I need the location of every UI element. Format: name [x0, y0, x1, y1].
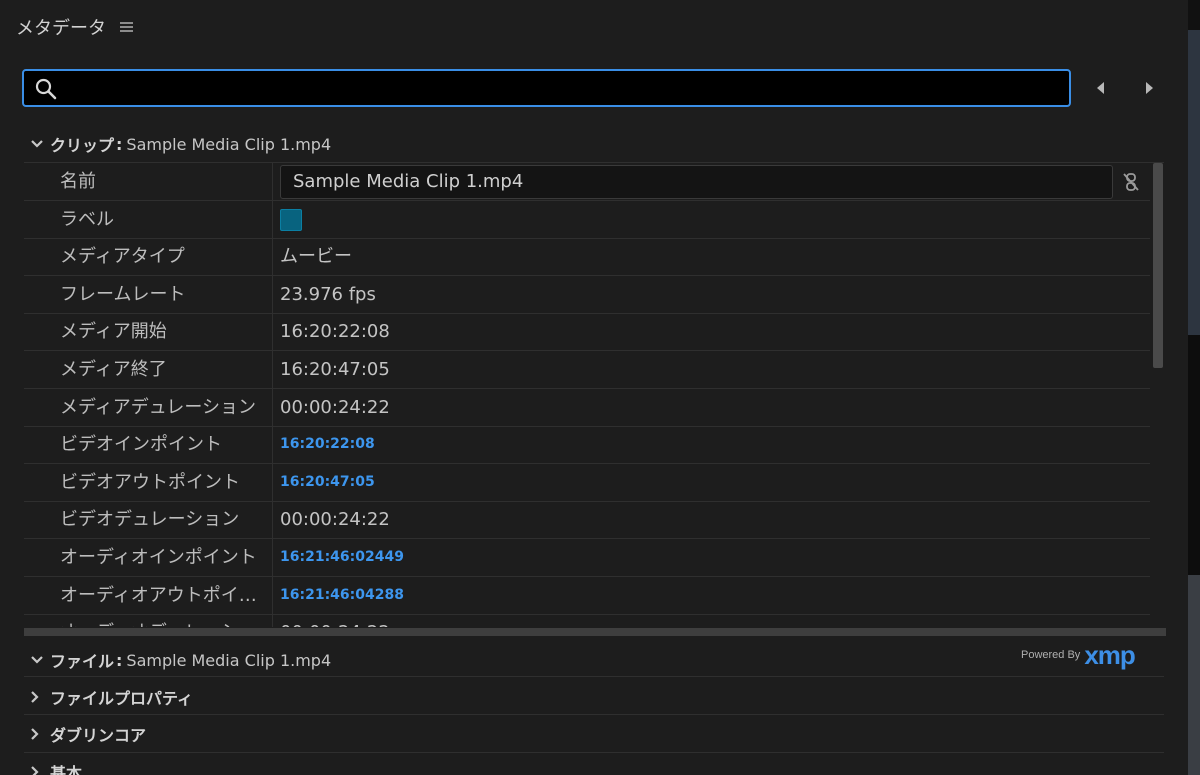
subsection-file-properties[interactable]: ファイルプロパティ [24, 682, 193, 712]
timecode-link[interactable]: 16:20:22:08 [280, 426, 375, 463]
row-value: 00:00:24:22 [280, 397, 390, 418]
table-row: ビデオインポイント 16:20:22:08 [24, 426, 1150, 464]
file-section-header[interactable]: ファイル : Sample Media Clip 1.mp4 [24, 645, 331, 675]
chevron-down-icon[interactable] [24, 134, 50, 154]
row-key: ビデオインポイント [60, 434, 222, 455]
clip-section-label: クリップ [50, 136, 115, 155]
subsection-label: ファイルプロパティ [50, 689, 194, 708]
row-key: オーディオアウトポイ… [60, 585, 257, 606]
search-input[interactable] [68, 71, 1058, 105]
file-section-label: ファイル [50, 652, 115, 671]
row-value: 00:00:24:22 [280, 509, 390, 530]
row-key: メディアデュレーション [60, 397, 257, 418]
row-value: 16:20:47:05 [280, 359, 390, 380]
row-value: ムービー [280, 246, 352, 267]
clip-section-value: Sample Media Clip 1.mp4 [126, 134, 332, 154]
row-key: ビデオアウトポイント [60, 472, 240, 493]
subsection-label: ダブリンコア [50, 726, 147, 745]
table-row: メディア終了 16:20:47:05 [24, 351, 1150, 389]
row-key: フレームレート [60, 284, 186, 305]
timecode-link[interactable]: 16:20:47:05 [280, 464, 375, 501]
chevron-down-icon[interactable] [24, 650, 50, 670]
row-key: 名前 [60, 171, 96, 192]
row-key: メディア終了 [60, 359, 167, 380]
timecode-link[interactable]: 16:21:46:02449 [280, 539, 404, 576]
clip-section-header[interactable]: クリップ : Sample Media Clip 1.mp4 [24, 129, 331, 159]
table-row: オーディオデュレーシ 00:00:24:22 [24, 614, 1150, 627]
subsection-dublin-core[interactable]: ダブリンコア [24, 719, 146, 749]
subsection-basic[interactable]: 基本 [24, 757, 82, 775]
table-row: ビデオアウトポイント 16:20:47:05 [24, 464, 1150, 502]
divider [24, 676, 1164, 677]
clip-metadata-table: 名前 Sample Media Clip 1.mp4 ラベル メディアタイプ ム… [24, 163, 1164, 627]
powered-by-text: Powered By [1021, 649, 1081, 661]
row-value: 16:20:22:08 [280, 321, 390, 342]
chevron-right-icon[interactable] [24, 724, 50, 744]
file-section-value: Sample Media Clip 1.mp4 [126, 650, 332, 670]
table-row: メディアタイプ ムービー [24, 238, 1150, 276]
file-section-colon: : [116, 650, 123, 670]
xmp-logo: Powered By xmp [1021, 640, 1136, 670]
adjacent-panel-edge [1188, 0, 1200, 775]
triangle-right-icon[interactable] [1140, 78, 1158, 98]
metadata-panel: メタデータ クリップ : Sample Media Clip 1.mp4 名前 … [0, 0, 1200, 775]
divider [24, 752, 1164, 753]
table-row: ラベル [24, 201, 1150, 239]
search-box[interactable] [22, 69, 1071, 107]
row-value: 23.976 fps [280, 284, 376, 305]
xmp-logo-text: xmp [1084, 640, 1135, 670]
panel-title[interactable]: メタデータ [16, 14, 106, 40]
search-icon [35, 78, 57, 100]
unlink-icon[interactable] [1120, 171, 1142, 193]
triangle-left-icon[interactable] [1092, 78, 1110, 98]
scrollbar-thumb[interactable] [1153, 163, 1163, 368]
divider [24, 714, 1164, 715]
table-row: 名前 Sample Media Clip 1.mp4 [24, 163, 1150, 201]
horizontal-scrollbar[interactable] [24, 628, 1166, 636]
table-row: フレームレート 23.976 fps [24, 276, 1150, 314]
row-key: メディア開始 [60, 321, 167, 342]
subsection-label: 基本 [50, 764, 83, 775]
row-key: オーディオインポイント [60, 547, 257, 568]
row-key: メディアタイプ [60, 246, 185, 267]
row-value: 00:00:24:22 [280, 614, 390, 627]
clip-section-colon: : [116, 134, 123, 154]
chevron-right-icon[interactable] [24, 687, 50, 707]
table-row: メディア開始 16:20:22:08 [24, 313, 1150, 351]
table-row: ビデオデュレーション 00:00:24:22 [24, 501, 1150, 539]
row-key: ラベル [60, 209, 114, 230]
table-row: オーディオインポイント 16:21:46:02449 [24, 539, 1150, 577]
row-key: オーディオデュレーシ [60, 614, 270, 627]
table-row: オーディオアウトポイ… 16:21:46:04288 [24, 577, 1150, 615]
hamburger-menu-icon[interactable] [120, 21, 134, 33]
table-row: メディアデュレーション 00:00:24:22 [24, 389, 1150, 427]
clip-name-field[interactable]: Sample Media Clip 1.mp4 [280, 165, 1113, 199]
vertical-scrollbar[interactable] [1152, 163, 1164, 623]
label-color-swatch[interactable] [280, 209, 302, 231]
panel-header: メタデータ [16, 14, 134, 40]
timecode-link[interactable]: 16:21:46:04288 [280, 577, 404, 614]
chevron-right-icon[interactable] [24, 762, 50, 775]
row-key: ビデオデュレーション [60, 509, 240, 530]
